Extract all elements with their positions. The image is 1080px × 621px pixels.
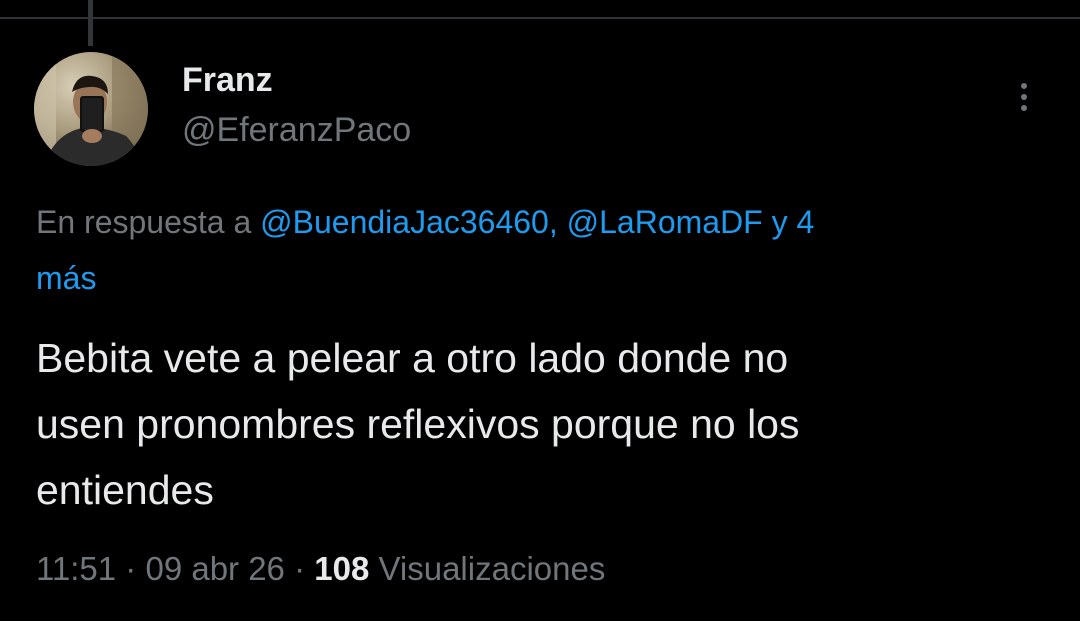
tweet-text-line: usen pronombres reflexivos porque no los xyxy=(36,401,800,447)
mention-link[interactable]: @LaRomaDF xyxy=(567,204,763,240)
avatar[interactable] xyxy=(34,52,148,166)
tweet-text-line: entiendes xyxy=(36,467,214,513)
author-display-name[interactable]: Franz xyxy=(182,58,411,102)
reply-context: En respuesta a @BuendiaJac36460, @LaRoma… xyxy=(36,194,1056,306)
tweet-meta: 11:51 · 09 abr 26 · 108 Visualizaciones xyxy=(36,546,605,592)
tweet-text-line: Bebita vete a pelear a otro lado donde n… xyxy=(36,335,789,381)
mention-separator: , xyxy=(548,204,567,240)
more-vertical-icon xyxy=(1021,83,1027,89)
more-vertical-icon-dot xyxy=(1021,94,1027,100)
avatar-image xyxy=(34,52,148,166)
thread-connector-line xyxy=(88,0,93,46)
others-link-line2: más xyxy=(36,260,97,296)
others-link-line1: y 4 xyxy=(762,204,815,240)
more-options-button[interactable] xyxy=(1004,74,1044,120)
meta-separator: · xyxy=(284,550,315,587)
tweet-author: Franz @EferanzPaco xyxy=(182,58,411,152)
tweet-text: Bebita vete a pelear a otro lado donde n… xyxy=(36,325,1056,523)
meta-separator: · xyxy=(116,550,146,587)
top-divider xyxy=(0,17,1080,19)
tweet-time[interactable]: 11:51 xyxy=(36,550,116,587)
reply-prefix: En respuesta a xyxy=(36,204,261,240)
mention-link[interactable]: @BuendiaJac36460 xyxy=(260,204,549,240)
tweet-date[interactable]: 09 abr 26 xyxy=(145,550,284,587)
views-count[interactable]: 108 xyxy=(314,550,369,587)
more-vertical-icon-dot xyxy=(1021,105,1027,111)
views-label[interactable]: Visualizaciones xyxy=(369,550,605,587)
author-handle[interactable]: @EferanzPaco xyxy=(182,108,411,152)
